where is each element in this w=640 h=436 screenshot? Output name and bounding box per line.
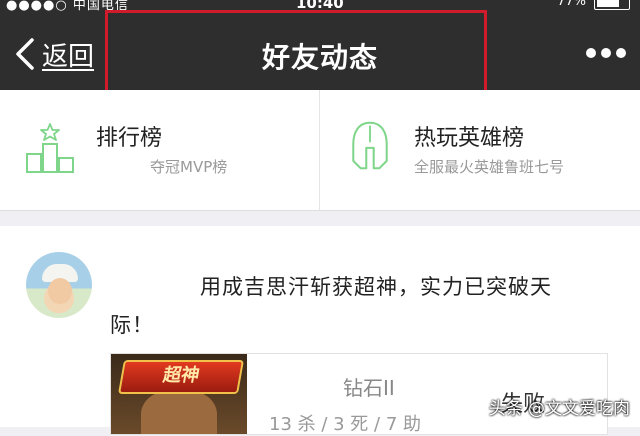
avatar[interactable] [26,252,92,318]
post-text: 用成吉思汗斩获超神，实力已突破天际！ [110,275,552,337]
carrier-text: ●●●●○ 中国电信 [6,0,129,13]
watermark: 头条 @文文爱吃肉 [488,399,630,419]
podium-icon [26,123,74,173]
clock: 10:40 [296,0,344,12]
hero-portrait [141,390,217,434]
kda-label: 13 杀 / 3 死 / 7 助 [269,414,421,435]
leaderboard-subtitle: 夺冠MVP榜 [150,158,228,176]
leaderboard-entry[interactable]: 排行榜 夺冠MVP榜 [0,90,319,210]
leaderboard-title: 排行榜 [96,126,163,151]
helmet-icon [352,121,388,170]
status-bar: ●●●●○ 中国电信 10:40 77% [0,0,640,18]
ellipsis-icon[interactable] [586,46,626,62]
hot-heroes-entry[interactable]: 热玩英雄榜 全服最火英雄鲁班七号 [320,90,640,210]
page-title: 好友动态 [261,41,378,74]
legendary-badge: 超神 [118,360,244,394]
nav-bar: 返回 好友动态 [0,18,640,90]
avatar-face [48,278,72,304]
battery-percent: 77% [557,0,586,9]
battery-icon [594,0,630,10]
rank-panel: 排行榜 夺冠MVP榜 热玩英雄榜 全服最火英雄鲁班七号 [0,90,640,211]
hot-heroes-title: 热玩英雄榜 [414,126,525,151]
hot-heroes-subtitle: 全服最火英雄鲁班七号 [414,158,565,176]
hero-thumbnail: 超神 [111,354,247,434]
rank-label: 钻石II [343,376,395,400]
